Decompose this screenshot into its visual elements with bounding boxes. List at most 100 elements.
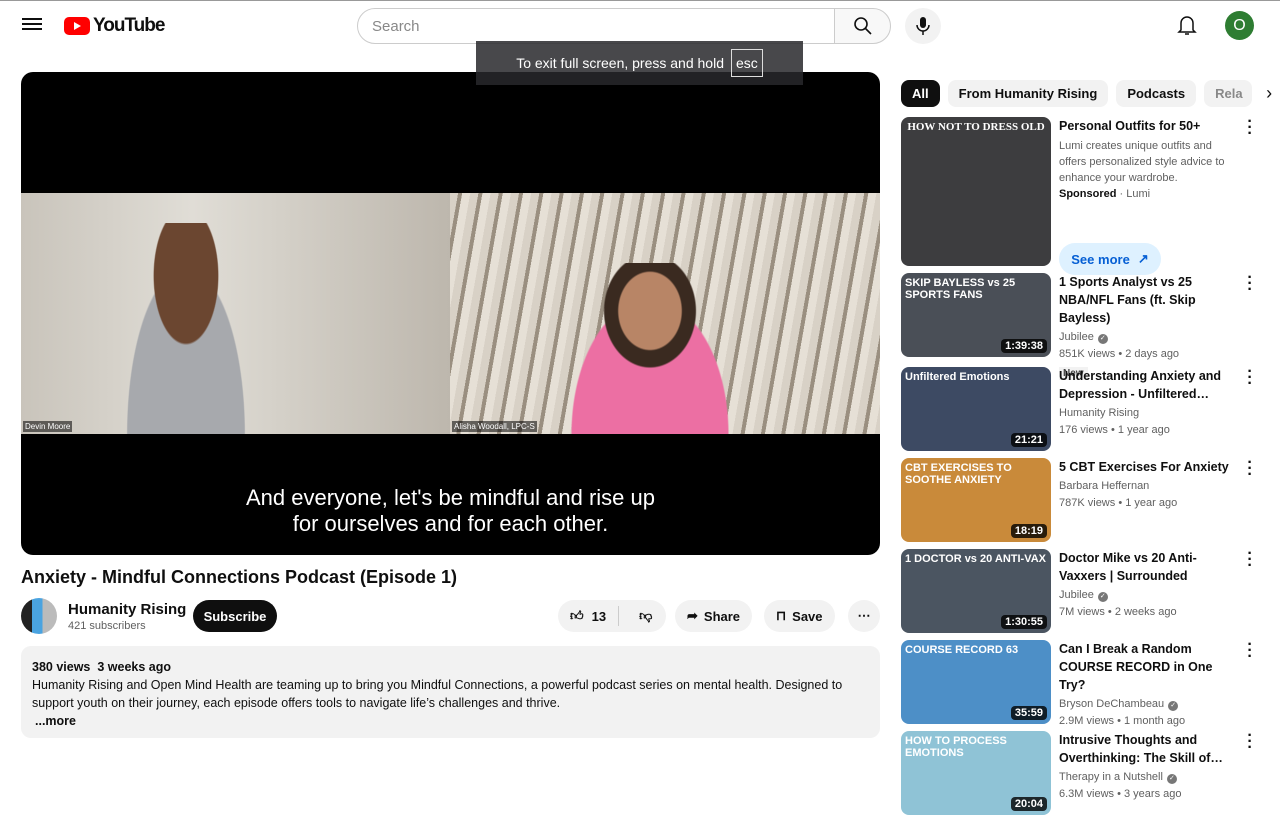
- chevron-right-icon[interactable]: ›: [1266, 83, 1272, 104]
- channel-name[interactable]: Jubilee: [1059, 331, 1094, 343]
- thumbs-up-icon: 👍︎: [570, 608, 584, 623]
- more-vert-icon[interactable]: · · ·: [1245, 270, 1255, 298]
- duration-badge: 1:39:38: [1001, 339, 1047, 353]
- youtube-logo[interactable]: YouTube: [64, 15, 165, 37]
- caption-line: And everyone, let's be mindful and rise …: [246, 485, 655, 510]
- video-title[interactable]: 1 Sports Analyst vs 25 NBA/NFL Fans (ft.…: [1059, 273, 1239, 327]
- voice-search-button[interactable]: [905, 8, 941, 44]
- more-link[interactable]: ...more: [32, 712, 869, 730]
- video-thumbnail[interactable]: HOW TO PROCESS EMOTIONS 20:04: [901, 731, 1051, 815]
- channel-name[interactable]: Jubilee: [1059, 589, 1094, 601]
- video-player[interactable]: Devin Moore Alisha Woodall, LPC-S And ev…: [21, 72, 880, 555]
- upload-age: • 1 year ago: [1118, 497, 1178, 509]
- like-count: 13: [591, 608, 607, 624]
- speaker-tile-1: Devin Moore: [21, 193, 450, 434]
- view-count: 2.9M views: [1059, 715, 1115, 727]
- upload-age: • 1 year ago: [1110, 424, 1170, 436]
- dislike-button[interactable]: 👎︎: [625, 608, 666, 624]
- account-avatar[interactable]: O: [1225, 11, 1254, 40]
- video-thumbnail[interactable]: Unfiltered Emotions 21:21: [901, 367, 1051, 451]
- save-label: Save: [792, 608, 823, 624]
- ad-body: Lumi creates unique outfits and offers p…: [1059, 140, 1225, 184]
- video-thumbnail[interactable]: COURSE RECORD 63 35:59: [901, 640, 1051, 724]
- more-vert-icon[interactable]: · · ·: [1245, 546, 1255, 574]
- more-vert-icon[interactable]: · · ·: [1245, 637, 1255, 665]
- thumbs-down-icon: 👎︎: [639, 608, 653, 623]
- search-input[interactable]: Search: [357, 8, 835, 44]
- upload-age: • 1 month ago: [1117, 715, 1186, 727]
- video-title[interactable]: Doctor Mike vs 20 Anti-Vaxxers | Surroun…: [1059, 549, 1239, 585]
- video-thumbnail[interactable]: CBT EXERCISES TO SOOTHE ANXIETY 18:19: [901, 458, 1051, 542]
- notifications-bell-icon[interactable]: [1176, 13, 1198, 42]
- bookmark-icon: ⊓: [776, 608, 787, 623]
- description-text: Humanity Rising and Open Mind Health are…: [32, 678, 843, 710]
- video-title: Anxiety - Mindful Connections Podcast (E…: [21, 567, 458, 587]
- view-count: 380 views: [32, 660, 91, 674]
- caption-line: for ourselves and for each other.: [292, 511, 609, 536]
- speaker-name: Devin Moore: [23, 421, 73, 432]
- menu-icon[interactable]: [22, 15, 42, 35]
- save-button[interactable]: ⊓ Save: [764, 600, 835, 632]
- recommended-video[interactable]: HOW TO PROCESS EMOTIONS 20:04 Intrusive T…: [901, 728, 1271, 815]
- filter-chips: All From Humanity Rising Podcasts Rela ›: [901, 80, 1272, 107]
- video-thumbnail[interactable]: 1 DOCTOR vs 20 ANTI-VAX 1:30:55: [901, 549, 1051, 633]
- duration-badge: 20:04: [1010, 797, 1047, 811]
- view-count: 176 views: [1059, 424, 1108, 436]
- verified-icon: ✓: [1168, 701, 1179, 711]
- more-vert-icon[interactable]: · · ·: [1245, 114, 1255, 142]
- channel-name[interactable]: Humanity Rising: [1059, 407, 1139, 419]
- ad-title[interactable]: Personal Outfits for 50+: [1059, 117, 1239, 135]
- view-count: 787K views: [1059, 497, 1116, 509]
- duration-badge: 35:59: [1010, 706, 1047, 720]
- more-vert-icon[interactable]: · · ·: [1245, 728, 1255, 756]
- esc-key: esc: [730, 49, 763, 77]
- microphone-icon: [916, 17, 930, 35]
- see-more-button[interactable]: See more ↗: [1059, 243, 1161, 275]
- duration-badge: 21:21: [1010, 433, 1047, 447]
- chip-podcasts[interactable]: Podcasts: [1116, 80, 1197, 107]
- fullscreen-exit-toast: To exit full screen, press and hold esc: [476, 41, 803, 85]
- video-title[interactable]: Can I Break a Random COURSE RECORD in On…: [1059, 640, 1239, 694]
- channel-name[interactable]: Barbara Heffernan: [1059, 480, 1149, 492]
- cta-label: See more: [1071, 251, 1130, 267]
- view-count: 7M views: [1059, 606, 1105, 618]
- video-title[interactable]: 5 CBT Exercises For Anxiety: [1059, 458, 1239, 476]
- sponsored-label: Sponsored: [1059, 188, 1117, 200]
- channel-name[interactable]: Therapy in a Nutshell: [1059, 771, 1163, 783]
- recommended-video[interactable]: CBT EXERCISES TO SOOTHE ANXIETY 18:19 5 C…: [901, 455, 1271, 542]
- more-vert-icon[interactable]: · · ·: [1245, 364, 1255, 392]
- recommended-video[interactable]: 1 DOCTOR vs 20 ANTI-VAX 1:30:55 Doctor Mi…: [901, 546, 1271, 633]
- upload-date: 3 weeks ago: [97, 660, 171, 674]
- chip-from-humanity-rising[interactable]: From Humanity Rising: [947, 80, 1109, 107]
- chip-all[interactable]: All: [901, 80, 940, 107]
- like-dislike-group: 👍︎ 13 👎︎: [558, 600, 667, 632]
- duration-badge: 18:19: [1010, 524, 1047, 538]
- thumb-text: SKIP BAYLESS vs 25 SPORTS FANS: [905, 277, 1016, 301]
- like-button[interactable]: 👍︎ 13: [558, 606, 620, 626]
- speaker-name: Alisha Woodall, LPC-S: [452, 421, 537, 432]
- search-button[interactable]: [834, 8, 891, 44]
- duration-badge: 1:30:55: [1001, 615, 1047, 629]
- recommended-video[interactable]: COURSE RECORD 63 35:59 Can I Break a Rand…: [901, 637, 1271, 730]
- thumb-text: HOW TO PROCESS EMOTIONS: [905, 735, 1007, 759]
- channel-avatar[interactable]: [21, 598, 57, 634]
- channel-name[interactable]: Bryson DeChambeau: [1059, 698, 1164, 710]
- video-thumbnail[interactable]: SKIP BAYLESS vs 25 SPORTS FANS 1:39:38: [901, 273, 1051, 357]
- subscribe-button[interactable]: Subscribe: [193, 600, 277, 632]
- more-vert-icon[interactable]: · · ·: [1245, 455, 1255, 483]
- more-actions-button[interactable]: ⋯: [848, 600, 880, 632]
- recommended-video[interactable]: Unfiltered Emotions 21:21 Understanding A…: [901, 364, 1271, 451]
- description-box[interactable]: 380 views 3 weeks ago Humanity Rising an…: [21, 646, 880, 738]
- ad-thumbnail[interactable]: HOW NOT TO DRESS OLD: [901, 117, 1051, 266]
- video-title[interactable]: Understanding Anxiety and Depression - U…: [1059, 367, 1239, 403]
- recommended-video[interactable]: SKIP BAYLESS vs 25 SPORTS FANS 1:39:38 1 …: [901, 270, 1271, 381]
- external-link-icon: ↗: [1137, 251, 1149, 266]
- chip-related[interactable]: Rela: [1204, 80, 1253, 107]
- thumb-text: Unfiltered Emotions: [905, 371, 1010, 383]
- ad-item[interactable]: HOW NOT TO DRESS OLD Personal Outfits fo…: [901, 114, 1271, 275]
- channel-name[interactable]: Humanity Rising: [68, 601, 186, 618]
- video-frame: Devin Moore Alisha Woodall, LPC-S: [21, 193, 880, 434]
- share-button[interactable]: ➦ Share: [675, 600, 753, 632]
- video-title[interactable]: Intrusive Thoughts and Overthinking: The…: [1059, 731, 1239, 767]
- thumb-text: COURSE RECORD 63: [905, 644, 1019, 656]
